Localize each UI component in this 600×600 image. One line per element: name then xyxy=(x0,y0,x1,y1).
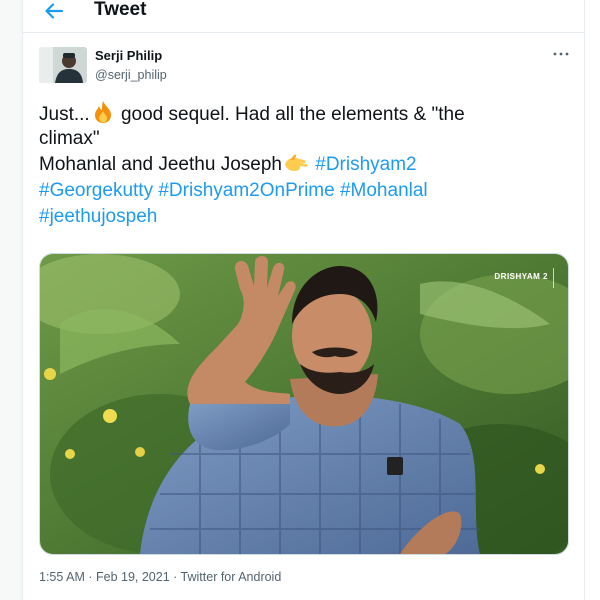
hashtag-link[interactable]: #jeethujospeh xyxy=(39,206,157,227)
hashtag-link[interactable]: #Mohanlal xyxy=(340,180,428,201)
tweet-text-segment: Mohanlal and Jeethu Joseph xyxy=(39,154,282,175)
tweet-header: Tweet xyxy=(23,0,584,33)
media-watermark: DRISHYAM 2 xyxy=(494,272,548,281)
more-button[interactable] xyxy=(551,46,571,64)
tweet-column: Tweet Serji Philip @serji_philip Just...… xyxy=(22,0,584,600)
more-horizontal-icon xyxy=(553,52,569,56)
tweet-source[interactable]: Twitter for Android xyxy=(181,570,282,584)
avatar[interactable] xyxy=(39,47,87,83)
tweet-time[interactable]: 1:55 AM xyxy=(39,570,85,584)
tweet-media[interactable]: DRISHYAM 2 xyxy=(39,253,569,555)
author-handle[interactable]: @serji_philip xyxy=(95,66,167,84)
hashtag-link[interactable]: #Georgekutty xyxy=(39,180,153,201)
tweet-line-1: Just... good sequel. Had all the element… xyxy=(39,100,574,126)
tweet-line-4: #Georgekutty #Drishyam2OnPrime #Mohanlal xyxy=(39,178,574,204)
meta-separator: · xyxy=(169,570,181,584)
arrow-left-icon xyxy=(45,3,64,19)
page-left-gutter xyxy=(0,0,22,600)
meta-separator: · xyxy=(84,570,96,584)
back-button[interactable] xyxy=(41,0,67,24)
tweet-text: Just... good sequel. Had all the element… xyxy=(39,100,574,230)
tweet-line-3: Mohanlal and Jeethu Joseph #Drishyam2 xyxy=(39,152,574,178)
tweet-line-5: #jeethujospeh xyxy=(39,204,574,230)
author-name[interactable]: Serji Philip xyxy=(95,47,162,65)
tweet-date[interactable]: Feb 19, 2021 xyxy=(96,570,170,584)
page-title: Tweet xyxy=(94,0,147,20)
tweet-text-segment: Just... xyxy=(39,104,90,125)
page-right-gutter xyxy=(584,0,600,600)
tweet-text-segment: good sequel. Had all the elements & "the xyxy=(115,104,465,125)
media-photo xyxy=(40,254,568,554)
hashtag-link[interactable]: #Drishyam2OnPrime xyxy=(158,180,334,201)
hashtag-link[interactable]: #Drishyam2 xyxy=(315,154,416,175)
watermark-divider xyxy=(553,268,554,288)
tweet-line-2: climax" xyxy=(39,128,100,149)
tweet-meta: 1:55 AM · Feb 19, 2021 · Twitter for And… xyxy=(39,569,281,585)
